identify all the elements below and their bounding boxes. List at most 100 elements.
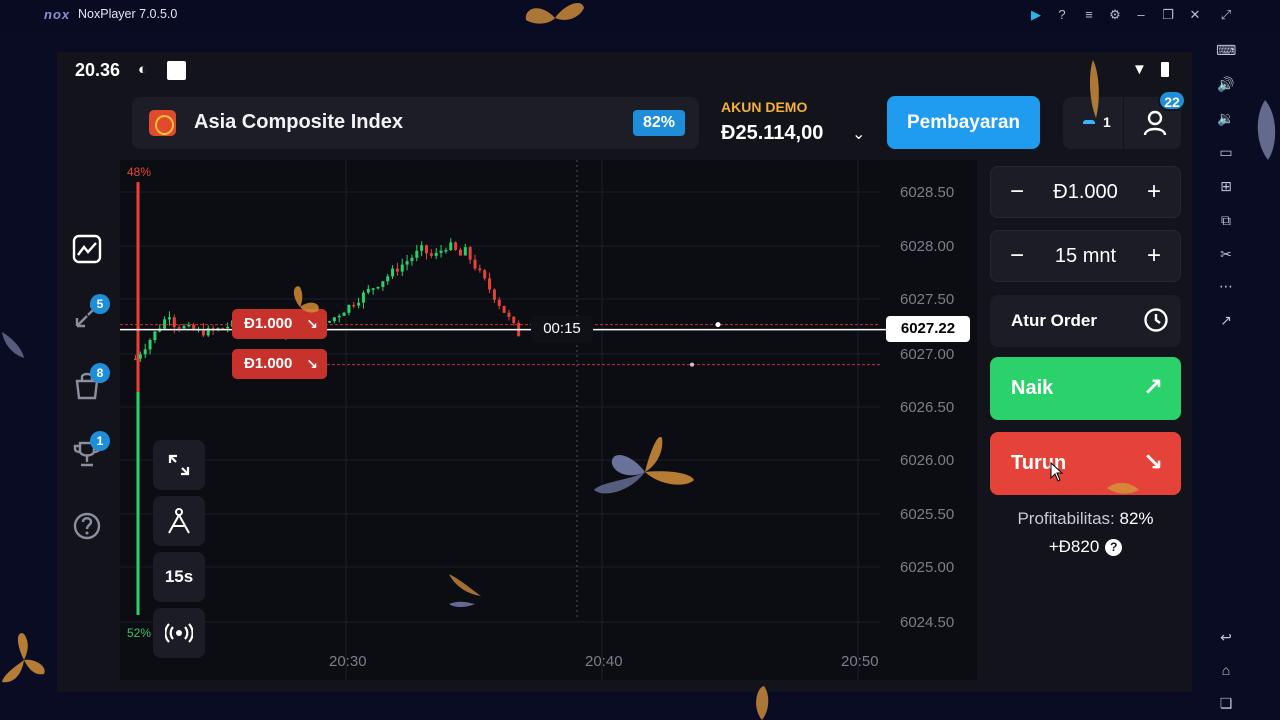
clock-icon [1144,308,1168,332]
up-button[interactable]: Naik ↗ [990,357,1181,420]
arrow-down-right-icon: ↘ [306,356,318,372]
signals-button[interactable] [153,608,205,658]
volume-down-icon[interactable]: 🔉 [1216,108,1236,128]
candle-body [337,315,341,318]
price-axis-label: 6025.00 [900,559,955,576]
butterfly-overlay-icon [1107,482,1139,494]
candle-body [415,250,419,258]
candle-body [167,317,171,320]
restore-icon[interactable]: ❐ [1158,5,1178,25]
amount-plus-button[interactable]: + [1138,177,1170,209]
duration-stepper[interactable]: − 15 mnt + [990,230,1181,282]
candle-body [134,358,137,361]
candle-body [182,325,186,329]
candle-body [163,319,167,329]
price-chart[interactable] [120,160,977,680]
android-screen: 20.36 ◐ ▼ Asia Composite Index 82% AKUN … [57,52,1192,692]
asset-payout-badge: 82% [633,110,685,136]
candle-body [439,250,443,253]
price-axis-label: 6028.00 [900,238,955,255]
play-store-icon[interactable]: ▶ [1026,5,1046,25]
mouse-cursor-icon [1050,462,1064,482]
candle-body [512,316,516,323]
timeframe-button[interactable]: 15s [153,552,205,602]
profitability-label: Profitabilitas: [1017,509,1115,528]
help-icon[interactable]: ? [1105,539,1123,556]
chevron-down-icon[interactable]: ⌄ [852,124,865,144]
candle-body [468,247,472,260]
candle-body [332,317,336,322]
down-button[interactable]: Turun ↘ [990,432,1181,495]
duration-plus-button[interactable]: + [1138,241,1170,273]
scissors-icon[interactable]: ✂ [1216,244,1236,264]
settings-icon[interactable]: ⚙ [1105,5,1125,25]
candle-body [458,249,462,256]
price-axis-label: 6026.50 [900,399,955,416]
candle-body [454,242,458,250]
sentiment-up-label: 48% [127,165,152,179]
app-status-icon: ◐ [138,61,148,78]
candle-body [400,264,404,272]
candle-body [395,268,399,272]
keyboard-icon[interactable]: ⌨ [1216,40,1236,60]
countdown-timer: 00:15 [531,316,593,342]
amount-stepper[interactable]: − Đ1.000 + [990,166,1181,218]
price-axis-label: 6026.00 [900,452,955,469]
fullscreen-icon[interactable]: ⤢ [1216,5,1236,25]
close-icon[interactable]: ✕ [1185,5,1205,25]
nox-logo: nox [44,7,71,22]
external-link-icon[interactable]: ↗ [1216,310,1236,330]
volume-up-icon[interactable]: 🔊 [1216,74,1236,94]
home-icon[interactable]: ⌂ [1216,660,1236,680]
pending-order-button[interactable]: Atur Order [990,295,1181,347]
asean-flag-icon [149,110,176,136]
arrow-down-right-icon: ↘ [1142,449,1163,476]
arrow-up-right-icon: ↗ [1142,374,1163,401]
help-nav-icon[interactable] [71,510,107,546]
recent-apps-icon[interactable]: ❏ [1216,693,1236,713]
account-label: AKUN DEMO [721,99,808,115]
drawing-tools-button[interactable] [153,496,205,546]
asset-selector[interactable]: Asia Composite Index 82% [132,97,699,149]
price-axis-label: 6027.50 [900,291,955,308]
candle-body [444,250,448,252]
more-icon[interactable]: ⋯ [1216,276,1236,296]
expand-chart-button[interactable] [153,440,205,490]
price-axis-label: 6024.50 [900,614,955,631]
add-apk-icon[interactable]: ⊞ [1216,176,1236,196]
minimize-icon[interactable]: – [1131,5,1151,25]
payment-button[interactable]: Pembayaran [887,96,1040,149]
square-status-icon [167,61,186,80]
divider [1123,97,1124,149]
time-axis-label: 20:50 [841,653,879,670]
candle-body [386,276,390,282]
deal-expiry-point [715,322,721,328]
wifi-icon: ▼ [1132,61,1147,78]
candle-body [361,292,365,303]
butterfly-overlay-icon [293,286,319,313]
payout-value: +Đ820 [1048,537,1100,556]
multi-instance-icon[interactable]: ⧉ [1216,210,1236,230]
candle-body [366,289,370,293]
candle-body [497,299,501,306]
trades-indicator-icon [1083,120,1095,124]
screen-icon[interactable]: ▭ [1216,142,1236,162]
pending-order-label: Atur Order [1011,311,1097,330]
deal-marker[interactable]: Đ1.000 ↘ [232,349,327,379]
emulator-title-bar: nox NoxPlayer 7.0.5.0 ▶ ? ≡ ⚙ – ❐ ✕ ⤢ [0,0,1280,30]
trades-badge: 5 [90,294,110,314]
help-icon[interactable]: ? [1052,5,1072,25]
candle-body [507,312,511,317]
asset-name: Asia Composite Index [194,111,403,133]
deal-expiry-point [690,362,694,367]
menu-icon[interactable]: ≡ [1079,5,1099,25]
price-axis-label: 6025.50 [900,506,955,523]
candle-body [153,331,157,341]
chart-nav-icon[interactable] [71,233,107,269]
profitability-value: 82% [1119,509,1154,528]
back-icon[interactable]: ↩ [1216,627,1236,647]
price-axis-label: 6027.00 [900,346,955,363]
candle-body [463,247,467,256]
candle-body [172,317,176,328]
user-profile-icon[interactable] [1143,110,1167,136]
